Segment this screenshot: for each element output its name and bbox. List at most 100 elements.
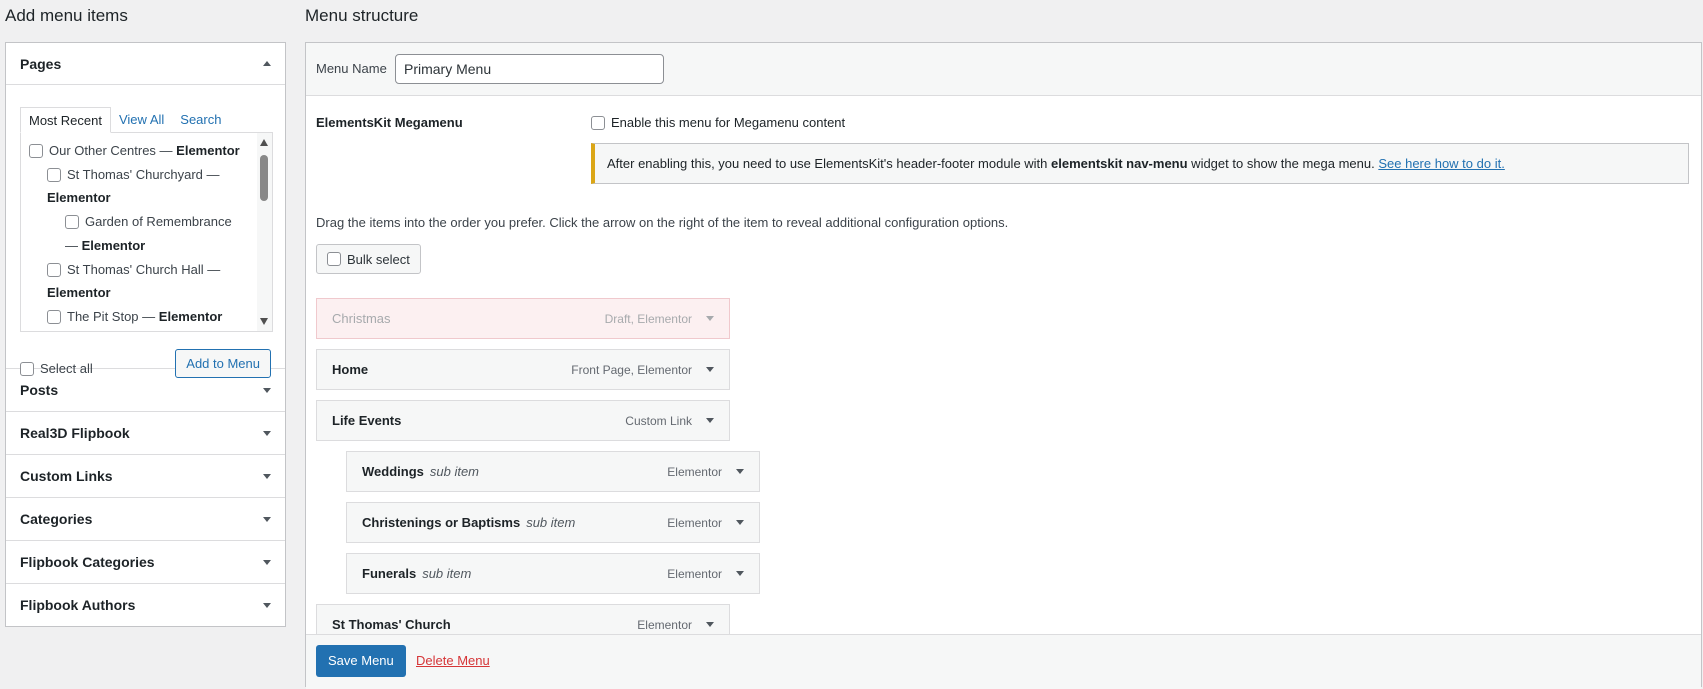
menu-item-meta: Elementor: [667, 465, 744, 479]
sub-item-label: sub item: [422, 566, 472, 581]
page-title: St Thomas' Church Hall: [67, 261, 204, 277]
menu-item-meta: Elementor: [667, 516, 744, 530]
sub-item-label: sub item: [429, 464, 480, 479]
menu-item[interactable]: Weddings sub item Elementor: [346, 451, 760, 492]
menu-item-title: Funerals sub item: [362, 566, 471, 581]
menu-item-type: Elementor: [637, 617, 692, 632]
bulk-select-checkbox[interactable]: [327, 252, 341, 266]
list-item: Garden of Remembrance — Elementor: [65, 214, 232, 253]
delete-menu-link[interactable]: Delete Menu: [416, 653, 490, 668]
real3d-flipbook-section-header[interactable]: Real3D Flipbook: [6, 412, 285, 454]
notice-help-link[interactable]: See here how to do it.: [1378, 156, 1504, 171]
expand-arrow-icon[interactable]: [706, 622, 714, 627]
pages-section-title: Pages: [20, 55, 62, 72]
megamenu-enable-control[interactable]: Enable this menu for Megamenu content: [591, 115, 845, 130]
bulk-select-button[interactable]: Bulk select: [316, 244, 421, 274]
megamenu-checkbox-label: Enable this menu for Megamenu content: [611, 115, 846, 130]
expand-arrow-icon[interactable]: [736, 571, 744, 576]
menu-item-meta: Elementor: [637, 618, 714, 632]
menu-item-meta: Custom Link: [625, 414, 714, 428]
menu-item-title: St Thomas' Church: [332, 617, 451, 632]
expand-arrow-icon[interactable]: [736, 469, 744, 474]
collapse-arrow-icon: [263, 61, 271, 66]
sub-item-label: sub item: [526, 515, 576, 530]
tab-view-all[interactable]: View All: [111, 107, 172, 133]
list-item: Our Other Centres — Elementor: [29, 139, 249, 163]
menu-name-bar: Menu Name: [306, 43, 1701, 96]
page-title: St Thomas' Churchyard: [67, 166, 203, 182]
select-all-checkbox[interactable]: [20, 361, 34, 376]
menu-item[interactable]: Christenings or Baptisms sub item Element…: [346, 502, 760, 543]
page-checkbox[interactable]: [29, 144, 43, 158]
expand-arrow-icon: [263, 516, 271, 522]
page-checkbox[interactable]: [47, 309, 61, 324]
scrollbar-thumb[interactable]: [260, 155, 268, 201]
menu-item-type: Elementor: [667, 464, 722, 479]
menu-name-input[interactable]: [395, 54, 664, 84]
categories-section-header[interactable]: Categories: [6, 498, 285, 540]
expand-arrow-icon[interactable]: [706, 316, 714, 321]
section-title: Custom Links: [20, 468, 113, 484]
page-title: Our Other Centres: [49, 143, 156, 158]
custom-links-section[interactable]: Custom Links: [6, 454, 285, 497]
page-checkbox[interactable]: [65, 215, 79, 230]
menu-item-type: Draft, Elementor: [604, 311, 692, 326]
menu-item-title: Weddings sub item: [362, 464, 479, 479]
expand-arrow-icon[interactable]: [736, 520, 744, 525]
menu-item-name: Christenings or Baptisms: [362, 515, 521, 530]
tab-most-recent[interactable]: Most Recent: [20, 107, 111, 133]
scroll-up-arrow-icon[interactable]: [260, 139, 268, 146]
menu-item-name: Weddings: [362, 464, 424, 479]
scroll-down-arrow-icon[interactable]: [260, 318, 268, 325]
menu-item[interactable]: Funerals sub item Elementor: [346, 553, 760, 594]
menu-item[interactable]: Life Events Custom Link: [316, 400, 730, 441]
page-checkbox[interactable]: [47, 167, 61, 182]
categories-section[interactable]: Categories: [6, 497, 285, 540]
custom-links-section-header[interactable]: Custom Links: [6, 455, 285, 497]
flipbook-authors-section[interactable]: Flipbook Authors: [6, 583, 285, 626]
section-title: Real3D Flipbook: [20, 425, 130, 441]
select-all-control[interactable]: Select all: [20, 361, 93, 376]
menu-item-meta: Front Page, Elementor: [571, 363, 714, 377]
page-builder-label: Elementor: [47, 190, 111, 206]
add-menu-items-panel: Pages Most Recent View All Search Our Ot…: [5, 42, 286, 627]
expand-arrow-icon[interactable]: [706, 418, 714, 423]
pages-section-header[interactable]: Pages: [6, 43, 285, 85]
page-builder-label: Elementor: [176, 143, 240, 158]
menu-item[interactable]: Home Front Page, Elementor: [316, 349, 730, 390]
flipbook-categories-section-header[interactable]: Flipbook Categories: [6, 541, 285, 583]
menu-item[interactable]: Christmas Draft, Elementor: [316, 298, 730, 339]
pages-tabs: Most Recent View All Search: [20, 107, 229, 133]
megamenu-checkbox[interactable]: [591, 115, 605, 130]
menu-footer-bar: Save Menu Delete Menu: [306, 634, 1701, 689]
menu-structure-heading: Menu structure: [305, 6, 419, 25]
menu-name-label: Menu Name: [316, 61, 387, 76]
flipbook-categories-section[interactable]: Flipbook Categories: [6, 540, 285, 583]
bulk-select-label: Bulk select: [347, 251, 410, 267]
section-title: Categories: [20, 511, 93, 527]
add-to-menu-button[interactable]: Add to Menu: [175, 349, 271, 378]
notice-bold-text: elementskit nav-menu: [1051, 156, 1188, 171]
drag-instructions: Drag the items into the order you prefer…: [316, 215, 1009, 230]
tab-search[interactable]: Search: [172, 107, 229, 133]
expand-arrow-icon[interactable]: [706, 367, 714, 372]
megamenu-notice: After enabling this, you need to use Ele…: [591, 143, 1689, 184]
expand-arrow-icon: [263, 602, 271, 608]
checklist-scrollbar[interactable]: [257, 133, 272, 331]
menu-item-type: Elementor: [667, 515, 722, 530]
page-builder-label: Elementor: [81, 237, 146, 253]
save-menu-button[interactable]: Save Menu: [316, 645, 406, 677]
real3d-flipbook-section[interactable]: Real3D Flipbook: [6, 411, 285, 454]
pages-section-body: Most Recent View All Search Our Other Ce…: [6, 85, 285, 378]
flipbook-authors-section-header[interactable]: Flipbook Authors: [6, 584, 285, 626]
menu-item-title: Christenings or Baptisms sub item: [362, 515, 575, 530]
notice-text-suffix: widget to show the mega menu.: [1187, 156, 1379, 171]
page-checkbox[interactable]: [47, 262, 61, 277]
expand-arrow-icon: [263, 430, 271, 436]
menu-structure-panel: Menu Name ElementsKit Megamenu Enable th…: [305, 42, 1702, 689]
menu-items-accordion: Pages Most Recent View All Search Our Ot…: [5, 42, 286, 627]
section-title: Flipbook Authors: [20, 597, 136, 613]
list-item: St Thomas' Churchyard — Elementor: [47, 166, 220, 206]
select-all-label: Select all: [40, 361, 93, 376]
menu-item-meta: Draft, Elementor: [605, 312, 714, 326]
